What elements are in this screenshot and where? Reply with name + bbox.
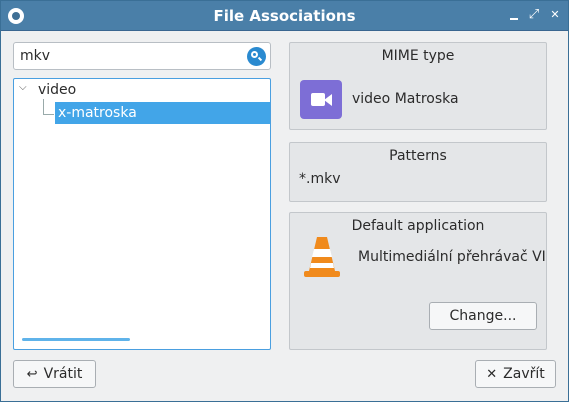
chevron-down-icon[interactable]: ⌵ [19,83,29,93]
close-window-icon[interactable] [547,7,563,23]
tree-branch-line [43,99,44,115]
maximize-icon[interactable] [526,7,542,23]
mime-type-label: video Matroska [352,91,459,107]
close-button[interactable]: ✕ Zavřít [475,360,556,388]
default-application-panel: Default application Multimediální přehrá… [289,212,547,350]
horizontal-scrollbar[interactable] [22,338,130,341]
mime-tree[interactable]: ⌵ video x-matroska [13,78,271,350]
revert-icon: ↩ [26,367,38,382]
revert-label: Vrátit [43,366,83,382]
file-associations-window: File Associations ⌵ video x-matroska MIM… [0,0,569,402]
vlc-cone-icon [304,237,340,277]
mime-type-panel: MIME type video Matroska [289,42,547,130]
tree-branch-line [43,114,54,115]
tree-item-x-matroska[interactable]: x-matroska [55,102,270,124]
search-icon[interactable] [247,47,266,66]
patterns-panel: Patterns *.mkv [289,142,547,202]
tree-item-video[interactable]: video [38,79,76,101]
search-box [13,42,271,70]
window-title: File Associations [213,7,356,25]
close-icon: ✕ [486,367,498,382]
minimize-icon[interactable] [506,7,522,23]
patterns-value: *.mkv [299,171,341,187]
patterns-title: Patterns [389,148,447,164]
title-bar[interactable]: File Associations [1,1,568,31]
close-label: Zavřít [503,366,545,382]
video-file-icon [300,80,342,119]
revert-button[interactable]: ↩ Vrátit [13,360,96,388]
mime-type-title: MIME type [381,48,455,64]
search-input[interactable] [20,47,240,65]
change-button[interactable]: Change... [429,302,537,330]
default-app-name: Multimediální přehrávač VI [358,249,546,265]
default-application-title: Default application [351,218,485,234]
